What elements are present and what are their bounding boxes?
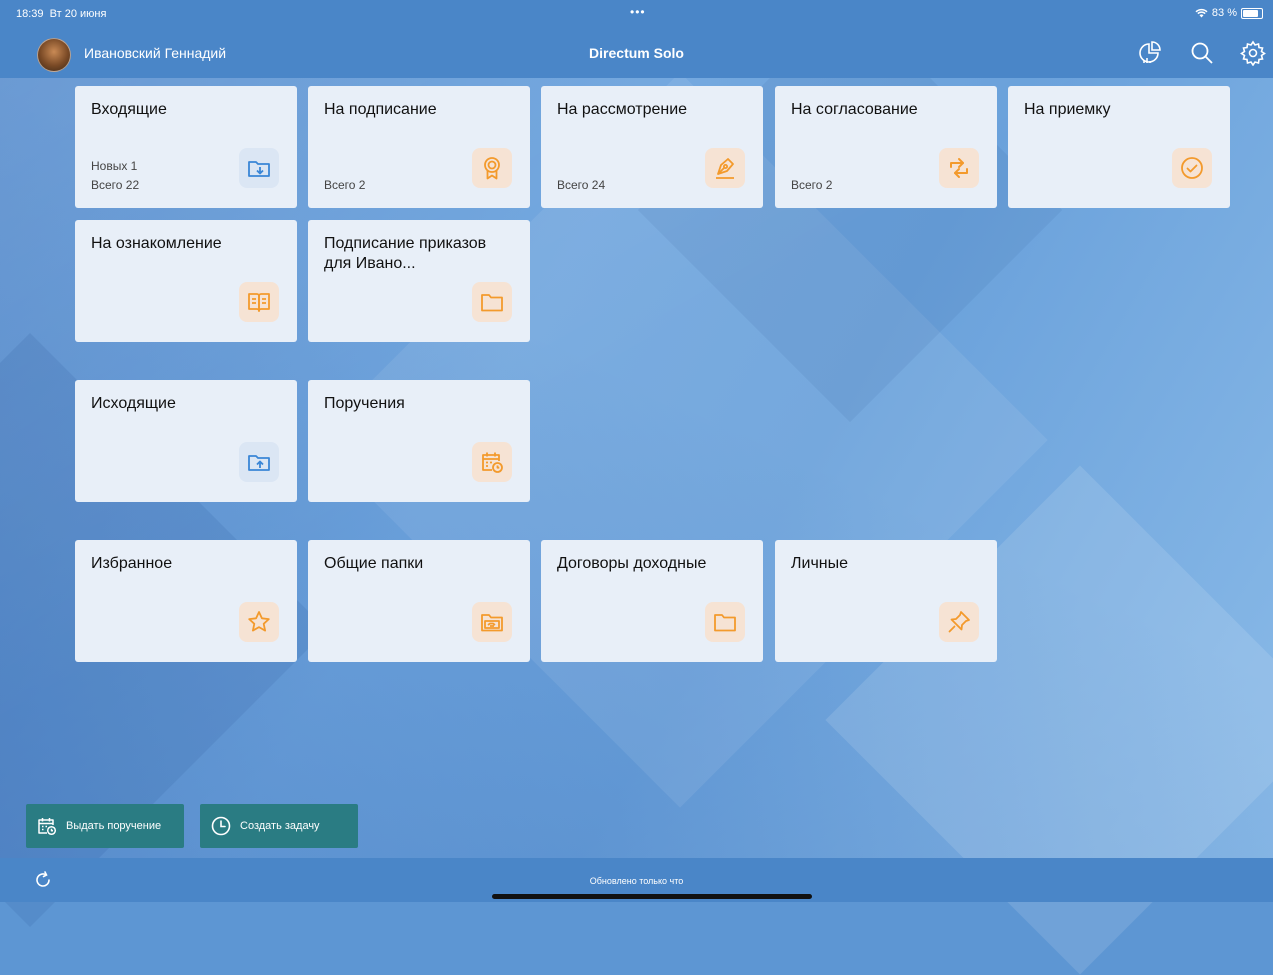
pin-icon — [939, 602, 979, 642]
tile-assignments[interactable]: Поручения — [308, 380, 530, 502]
tile-incoming[interactable]: Входящие Новых 1 Всего 22 — [75, 86, 297, 208]
assign-task-label: Выдать поручение — [66, 820, 162, 832]
tile-total-count: Всего 2 — [791, 178, 833, 192]
home-indicator[interactable] — [492, 894, 812, 899]
calendar-clock-icon — [472, 442, 512, 482]
gear-icon[interactable] — [1240, 40, 1266, 67]
create-task-label: Создать задачу — [240, 820, 320, 832]
update-status: Обновлено только что — [589, 876, 684, 886]
tile-title: Поручения — [324, 395, 405, 412]
tile-title: На ознакомление — [91, 235, 222, 252]
analytics-icon[interactable] — [1136, 40, 1162, 66]
assign-task-button[interactable]: Выдать поручение — [26, 804, 184, 848]
tile-to-sign[interactable]: На подписание Всего 2 — [308, 86, 530, 208]
folder-icon — [705, 602, 745, 642]
tile-title: На согласование — [791, 101, 918, 118]
tile-favorites[interactable]: Избранное — [75, 540, 297, 662]
create-task-button[interactable]: Создать задачу — [200, 804, 358, 848]
tile-outgoing[interactable]: Исходящие — [75, 380, 297, 502]
tile-to-approve[interactable]: На согласование Всего 2 — [775, 86, 997, 208]
tile-personal[interactable]: Личные — [775, 540, 997, 662]
app-title: Directum Solo — [589, 45, 684, 61]
clock-icon — [211, 816, 231, 836]
tile-total-count: Всего 22 — [91, 178, 140, 192]
search-icon[interactable] — [1189, 40, 1215, 66]
multitask-dots[interactable]: ••• — [630, 5, 646, 19]
tile-familiarization[interactable]: На ознакомление — [75, 220, 297, 342]
book-icon — [239, 282, 279, 322]
battery-icon — [1241, 7, 1263, 19]
tile-total-count: Всего 24 — [557, 178, 606, 192]
status-right: 83 % — [1195, 7, 1263, 19]
battery-percent: 83 % — [1211, 7, 1237, 19]
header-bar: Ивановский Геннадий Directum Solo — [0, 28, 1273, 78]
tile-acceptance[interactable]: На приемку — [1008, 86, 1230, 208]
sync-icon — [939, 148, 979, 188]
folder-upload-icon — [239, 442, 279, 482]
tile-title: Договоры доходные — [557, 555, 707, 572]
tile-revenue-contracts[interactable]: Договоры доходные — [541, 540, 763, 662]
tile-title: Исходящие — [91, 395, 176, 412]
tile-title: Общие папки — [324, 555, 424, 572]
tile-total-count: Всего 2 — [324, 178, 366, 192]
star-icon — [239, 602, 279, 642]
status-time-date: 18:39 Вт 20 июня — [16, 8, 107, 20]
tile-title: Избранное — [91, 555, 173, 572]
award-icon — [472, 148, 512, 188]
tile-title: На подписание — [324, 101, 437, 118]
bottom-bar: Обновлено только что — [0, 858, 1273, 902]
tile-title: На рассмотрение — [557, 101, 688, 118]
tile-title: На приемку — [1024, 101, 1111, 118]
pen-icon — [705, 148, 745, 188]
status-bar: 18:39 Вт 20 июня ••• 83 % — [0, 0, 1273, 28]
tile-new-count: Новых 1 — [91, 159, 138, 173]
tile-order-signing[interactable]: Подписание приказов для Ивано... — [308, 220, 530, 342]
folder-download-icon — [239, 148, 279, 188]
folder-icon — [472, 282, 512, 322]
tile-title: Личные — [791, 555, 849, 572]
tile-to-review[interactable]: На рассмотрение Всего 24 — [541, 86, 763, 208]
shared-folder-icon — [472, 602, 512, 642]
tile-title: Подписание приказов для Ивано... — [324, 235, 487, 272]
check-circle-icon — [1172, 148, 1212, 188]
tile-shared-folders[interactable]: Общие папки — [308, 540, 530, 662]
wifi-icon — [1195, 8, 1208, 18]
calendar-clock-icon — [38, 818, 57, 836]
tile-title: Входящие — [91, 101, 167, 118]
